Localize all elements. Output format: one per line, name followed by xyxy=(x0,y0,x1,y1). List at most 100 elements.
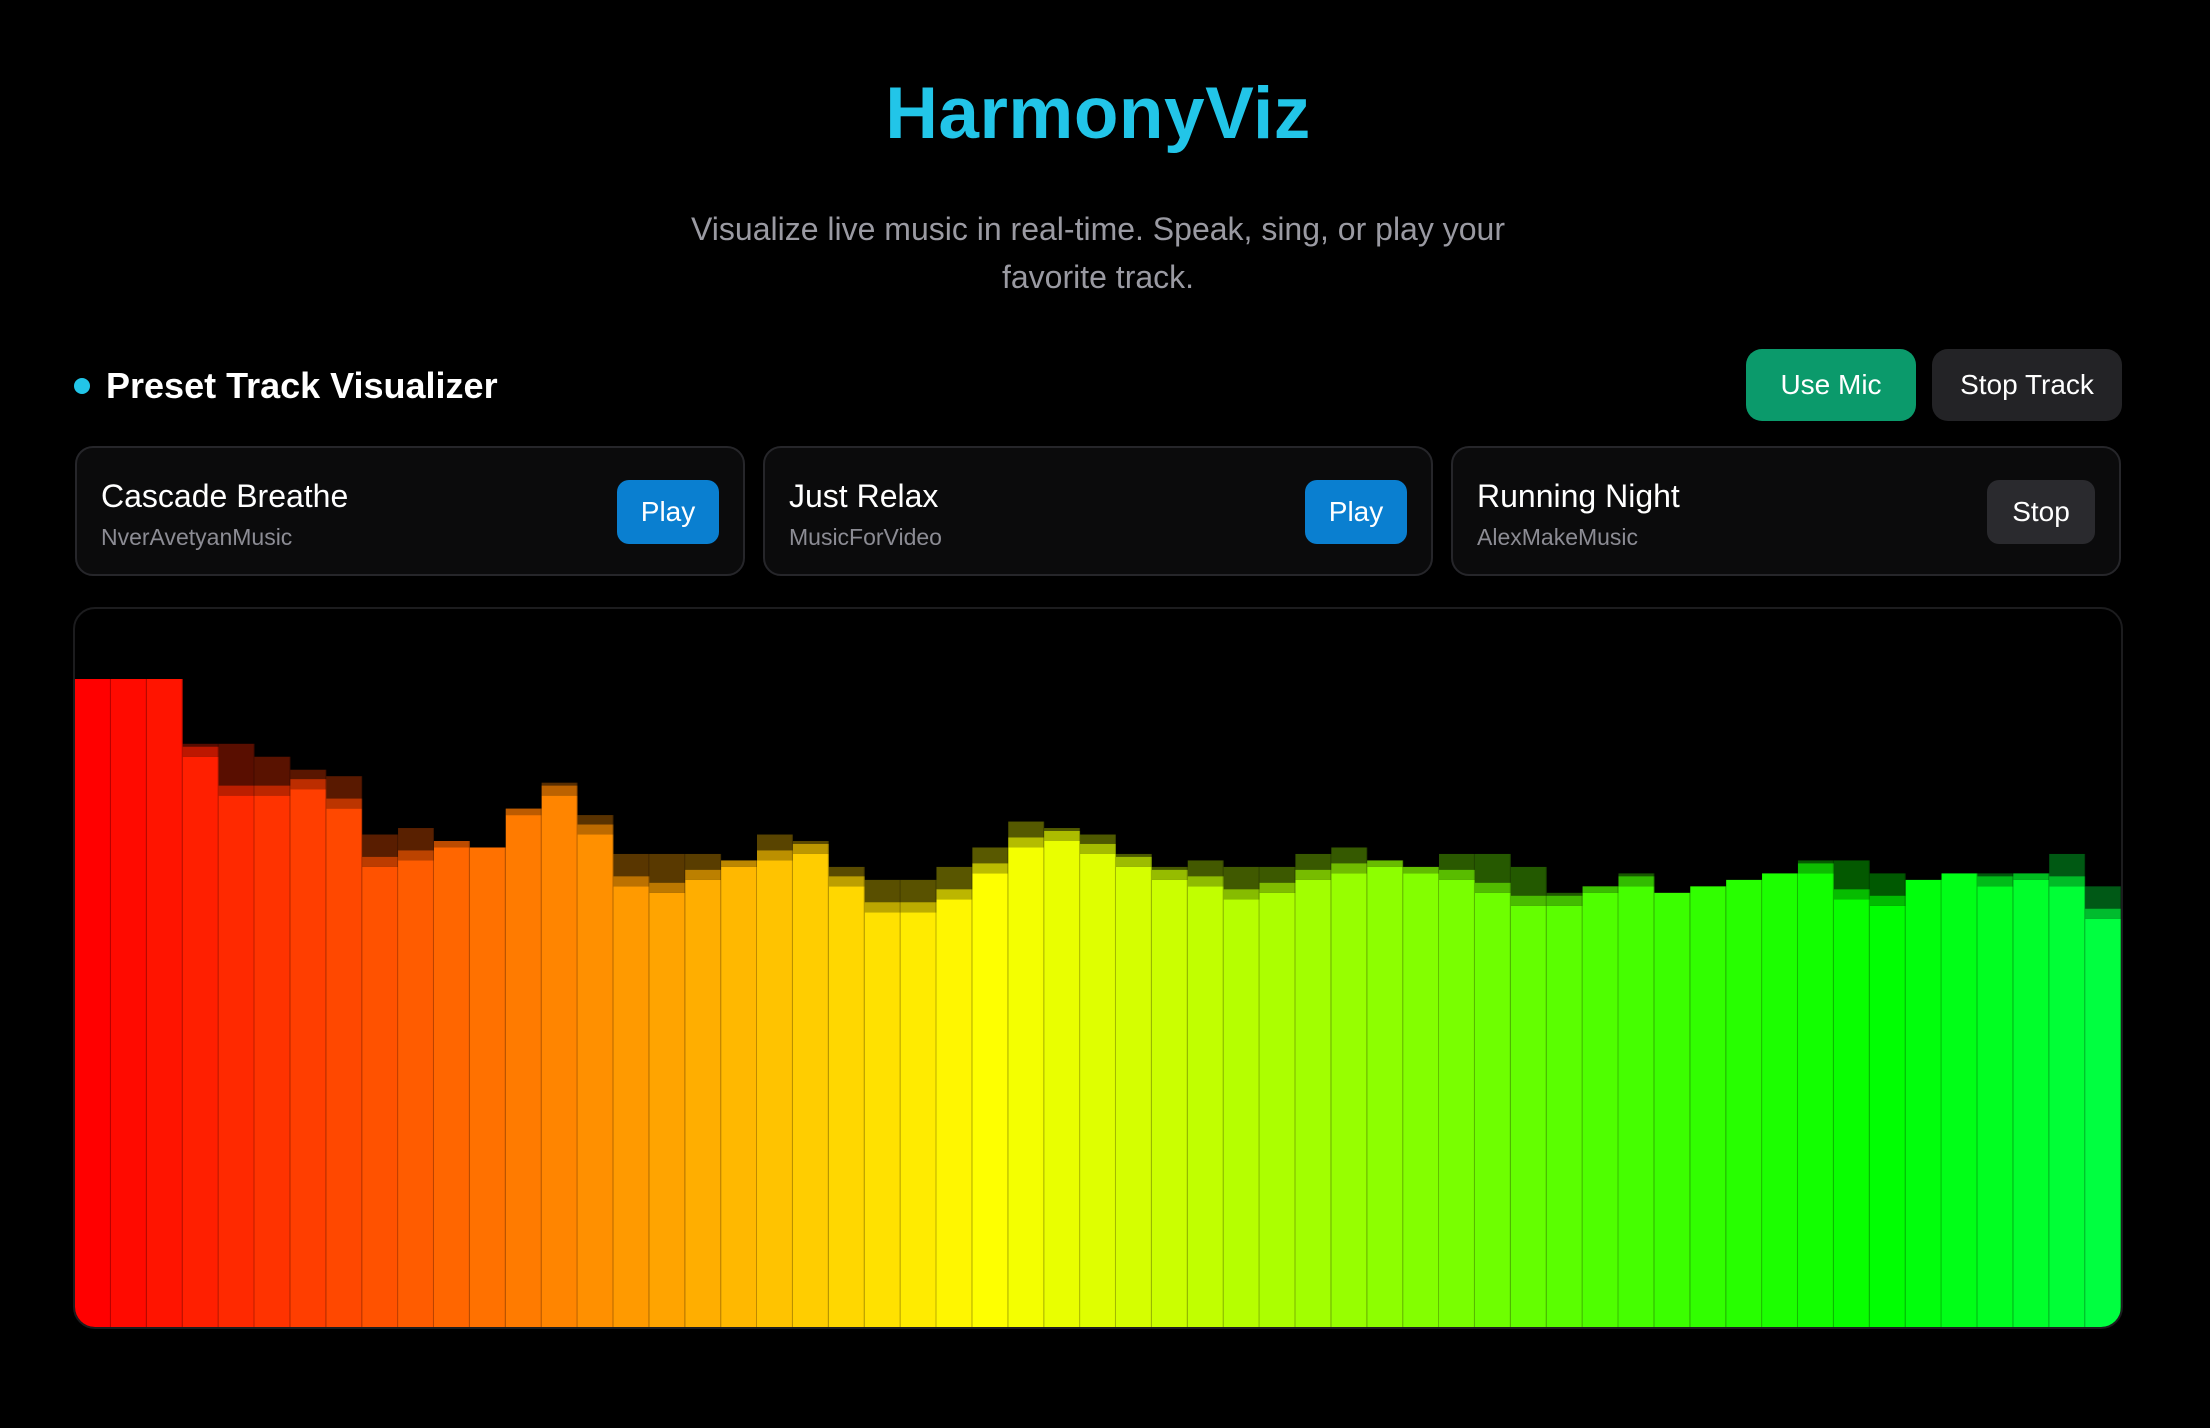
frequency-bar xyxy=(146,679,183,1327)
frequency-bar xyxy=(721,866,757,1327)
frequency-bar-trail xyxy=(1080,843,1116,854)
frequency-bar xyxy=(1008,847,1045,1327)
frequency-bar-trail xyxy=(1331,863,1368,874)
bar-divider xyxy=(1725,886,1727,1327)
frequency-bar xyxy=(1187,886,1224,1327)
frequency-bar xyxy=(1080,853,1116,1327)
bar-divider xyxy=(325,769,327,1327)
frequency-bar xyxy=(1690,886,1727,1327)
frequency-bar-trail xyxy=(398,850,434,861)
frequency-bar-trail xyxy=(1869,895,1906,906)
bar-divider xyxy=(540,808,542,1327)
frequency-bar xyxy=(685,879,722,1327)
frequency-bar-trail xyxy=(1295,869,1332,880)
play-button[interactable]: Play xyxy=(1305,480,1407,544)
bar-divider xyxy=(1043,821,1045,1327)
track-name: Cascade Breathe xyxy=(101,478,349,514)
app-title: HarmonyViz xyxy=(885,73,1311,154)
frequency-bar xyxy=(2013,879,2050,1327)
frequency-bar-trail xyxy=(1403,866,1439,874)
frequency-bar xyxy=(1762,873,1798,1327)
frequency-bar xyxy=(2085,918,2121,1327)
stop-track-button[interactable]: Stop Track xyxy=(1932,349,2122,421)
frequency-bar xyxy=(326,808,363,1327)
bar-divider xyxy=(1796,873,1798,1327)
frequency-bar xyxy=(1367,866,1404,1327)
frequency-bar-trail xyxy=(1439,869,1475,880)
frequency-bar-trail xyxy=(864,902,901,913)
frequency-bar-trail xyxy=(541,785,578,796)
section-title: Preset Track Visualizer xyxy=(106,365,498,406)
bar-divider xyxy=(827,841,829,1327)
frequency-bar xyxy=(254,795,291,1327)
frequency-bar-trail xyxy=(1797,863,1834,874)
play-button[interactable]: Play xyxy=(617,480,719,544)
frequency-bar-trail xyxy=(613,876,650,887)
frequency-bar xyxy=(900,912,937,1327)
frequency-bar-trail xyxy=(1618,876,1655,887)
frequency-bar-trail xyxy=(362,856,399,867)
frequency-bar xyxy=(1259,892,1296,1327)
frequency-bar-trail xyxy=(1546,895,1583,906)
frequency-bar xyxy=(757,860,793,1327)
frequency-bar-trail xyxy=(254,785,291,796)
bar-divider xyxy=(1330,853,1332,1327)
bar-divider xyxy=(1438,866,1439,1327)
frequency-bar-trail xyxy=(649,882,686,893)
frequency-bar-trail xyxy=(2085,908,2121,919)
frequency-bar xyxy=(75,679,111,1327)
frequency-bar-trail xyxy=(2013,873,2050,880)
frequency-bar xyxy=(1546,905,1583,1327)
bar-divider xyxy=(791,834,793,1327)
frequency-bar xyxy=(541,795,578,1327)
frequency-bar xyxy=(649,892,686,1327)
frequency-bar xyxy=(972,873,1009,1327)
frequency-bar xyxy=(1474,892,1511,1327)
bar-divider xyxy=(1079,828,1081,1327)
bar-divider xyxy=(1114,834,1116,1327)
frequency-bar xyxy=(1582,892,1619,1327)
frequency-bar-trail xyxy=(326,798,363,809)
bar-divider xyxy=(1653,873,1655,1327)
bar-divider xyxy=(2012,873,2014,1327)
frequency-bar xyxy=(1726,879,1763,1327)
bar-divider xyxy=(2084,853,2086,1327)
bar-divider xyxy=(289,756,291,1327)
app-subtitle: Visualize live music in real-time. Speak… xyxy=(691,211,1505,295)
bar-divider xyxy=(1222,860,1224,1327)
bar-divider xyxy=(899,879,901,1327)
use-mic-button[interactable]: Use Mic xyxy=(1746,349,1916,421)
frequency-bar-trail xyxy=(1367,860,1404,867)
frequency-bar xyxy=(1618,886,1655,1327)
track-name: Just Relax xyxy=(789,478,939,514)
frequency-bar xyxy=(1869,905,1906,1327)
frequency-bar-trail xyxy=(936,889,973,900)
frequency-bar xyxy=(398,860,434,1327)
section-header: Preset Track Visualizer xyxy=(74,358,498,414)
bar-divider xyxy=(217,743,219,1327)
frequency-bar xyxy=(218,795,255,1327)
track-card-just-relax: Just Relax MusicForVideo Play xyxy=(763,446,1433,576)
frequency-bar xyxy=(1941,873,1978,1327)
frequency-bar-trail xyxy=(1977,876,2014,887)
frequency-bar xyxy=(433,847,470,1327)
stop-button[interactable]: Stop xyxy=(1987,480,2095,544)
bar-divider xyxy=(863,866,865,1327)
frequency-bar xyxy=(613,886,650,1327)
frequency-bar-trail xyxy=(1044,831,1081,841)
bar-divider xyxy=(1258,866,1260,1327)
frequency-bar-trail xyxy=(433,841,470,848)
bar-divider xyxy=(1473,853,1475,1327)
bar-divider xyxy=(1186,866,1188,1327)
frequency-bar xyxy=(1977,886,2014,1327)
frequency-bar xyxy=(1151,879,1188,1327)
frequency-bar xyxy=(828,886,865,1327)
bar-divider xyxy=(253,743,255,1327)
bar-divider xyxy=(576,782,578,1327)
bar-divider xyxy=(1007,847,1009,1327)
frequency-bar-trail xyxy=(182,746,219,757)
bar-divider xyxy=(1761,879,1763,1327)
frequency-bar-trail xyxy=(1187,876,1224,887)
bar-divider xyxy=(361,776,363,1327)
bar-divider xyxy=(1581,892,1583,1327)
